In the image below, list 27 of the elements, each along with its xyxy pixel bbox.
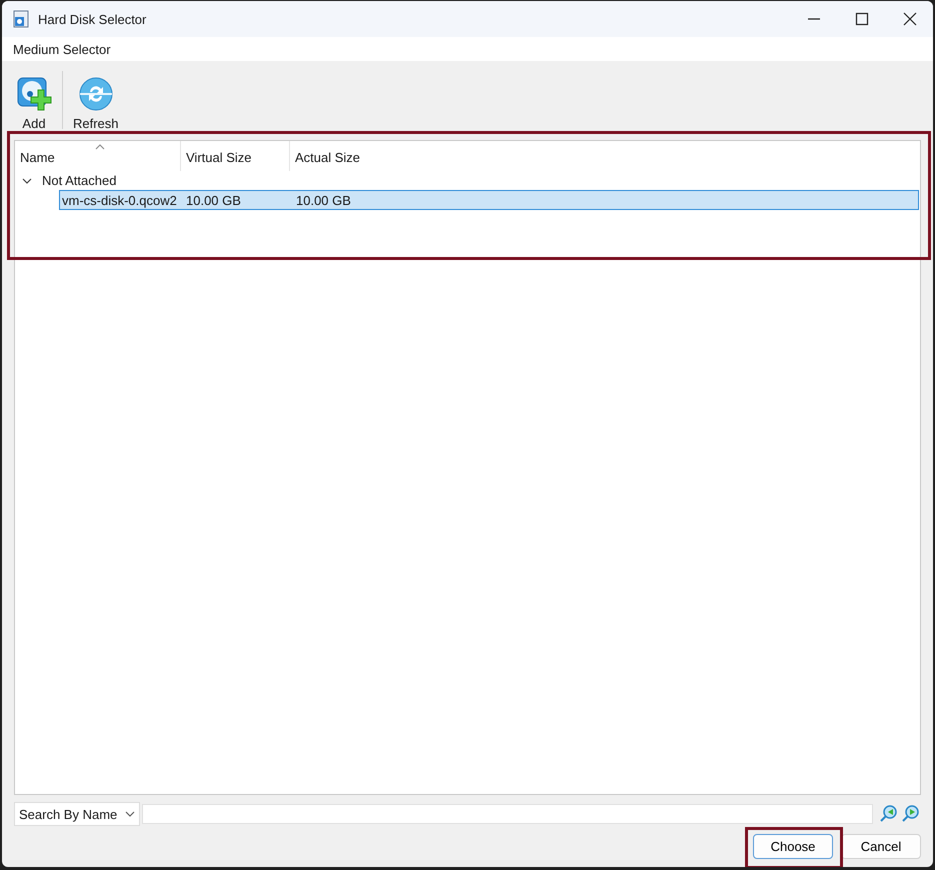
expand-icon[interactable]	[22, 176, 32, 186]
search-forward-icon[interactable]	[901, 804, 921, 824]
column-header[interactable]: Actual Size	[290, 141, 410, 171]
column-header[interactable]: Virtual Size	[181, 141, 290, 171]
caret-icon	[125, 811, 136, 817]
dialog-header: Medium Selector	[13, 42, 111, 56]
search-field[interactable]	[142, 804, 873, 824]
sort-icon	[95, 144, 105, 150]
search-mode-dropdown[interactable]: Search By Name	[14, 802, 140, 826]
column-header[interactable]: Name	[15, 141, 181, 171]
maximize-icon[interactable]	[855, 12, 869, 26]
table-row[interactable]: vm-cs-disk-0.qcow2 10.00 GB 10.00 GB	[59, 190, 919, 210]
disk-add-icon	[16, 76, 52, 112]
app-icon	[12, 10, 30, 28]
table-cell-text: vm-cs-disk-0.qcow2	[61, 192, 178, 208]
table-cell-text: 10.00 GB	[185, 192, 242, 208]
close-icon[interactable]	[903, 12, 917, 26]
dropdown-value: Search By Name	[19, 806, 118, 822]
refresh-icon	[78, 76, 114, 112]
choose-button[interactable]: Choose	[753, 834, 833, 859]
window-title: Hard Disk Selector	[38, 12, 146, 26]
table-cell-text: 10.00 GB	[295, 192, 351, 208]
group-label[interactable]: Not Attached	[42, 173, 116, 188]
add-button[interactable]: Add	[14, 76, 54, 131]
refresh-button[interactable]: Refresh	[71, 76, 121, 131]
search-back-icon[interactable]	[879, 804, 899, 824]
cancel-button[interactable]: Cancel	[841, 834, 921, 859]
